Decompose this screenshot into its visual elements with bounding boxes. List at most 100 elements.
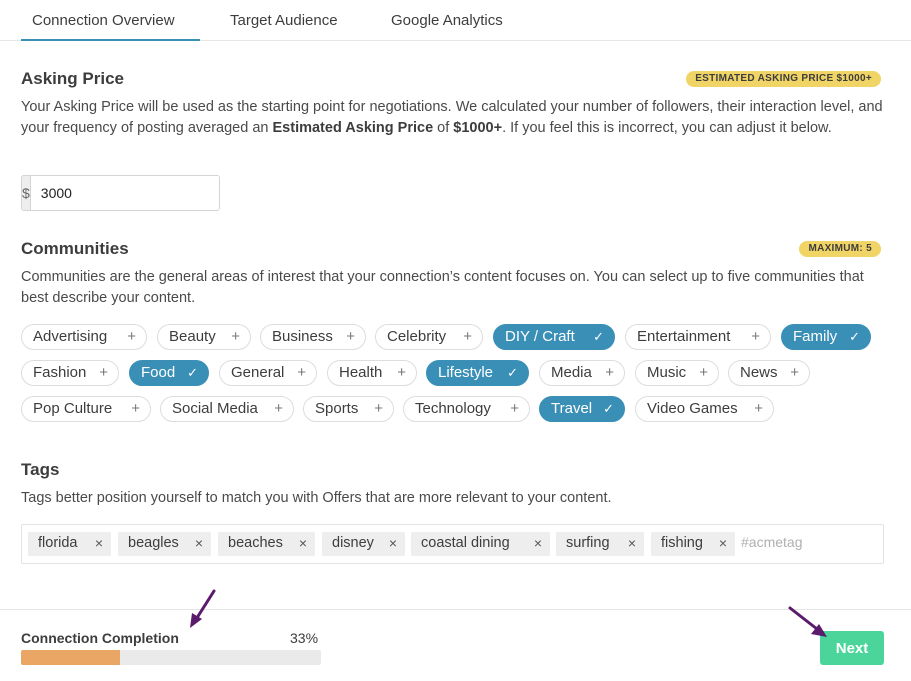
community-chip-label: News: [740, 364, 778, 381]
community-chip-news[interactable]: News +: [728, 360, 810, 386]
plus-icon: +: [374, 400, 383, 417]
tag-label: florida: [38, 535, 78, 551]
asking-price-desc-bold-1: Estimated Asking Price: [272, 120, 434, 136]
tags-title: Tags: [21, 460, 60, 479]
footer-bar: Connection Completion 33% Next: [0, 609, 911, 681]
remove-tag-icon[interactable]: ×: [299, 535, 307, 551]
community-chip-fashion[interactable]: Fashion +: [21, 360, 119, 386]
asking-price-desc-text-3: . If you feel this is incorrect, you can…: [502, 120, 832, 136]
check-icon: ✓: [603, 401, 614, 416]
tag-disney: disney ×: [322, 532, 405, 556]
remove-tag-icon[interactable]: ×: [389, 535, 397, 551]
community-chip-music[interactable]: Music +: [635, 360, 719, 386]
plus-icon: +: [754, 400, 763, 417]
community-chip-lifestyle[interactable]: Lifestyle ✓: [426, 360, 529, 386]
asking-price-desc-text-2: of: [433, 120, 454, 136]
community-chip-label: Health: [339, 364, 383, 381]
plus-icon: +: [99, 364, 108, 381]
tag-label: surfing: [566, 535, 610, 551]
tag-coastal-dining: coastal dining ×: [411, 532, 550, 556]
tab-target-audience[interactable]: Target Audience: [230, 0, 338, 41]
completion-progress-bar: [21, 650, 321, 665]
tag-fishing: fishing ×: [651, 532, 735, 556]
community-chip-label: Music: [647, 364, 687, 381]
asking-price-desc-bold-2: $1000+: [453, 120, 503, 136]
community-chip-label: Lifestyle: [438, 364, 494, 381]
community-chip-business[interactable]: Business +: [260, 324, 366, 350]
community-chip-diy-craft[interactable]: DIY / Craft ✓: [493, 324, 615, 350]
community-chip-video-games[interactable]: Video Games +: [635, 396, 774, 422]
community-chip-media[interactable]: Media +: [539, 360, 625, 386]
currency-prefix: $: [22, 176, 31, 210]
community-chip-family[interactable]: Family ✓: [781, 324, 871, 350]
community-chip-general[interactable]: General +: [219, 360, 317, 386]
plus-icon: +: [699, 364, 708, 381]
asking-price-title: Asking Price: [21, 69, 124, 88]
tag-label: coastal dining: [421, 535, 510, 551]
plus-icon: +: [346, 328, 355, 345]
tag-beagles: beagles ×: [118, 532, 211, 556]
tag-label: fishing: [661, 535, 703, 551]
tag-label: disney: [332, 535, 374, 551]
community-chip-label: Media: [551, 364, 592, 381]
community-chip-technology[interactable]: Technology +: [403, 396, 530, 422]
community-chip-label: Video Games: [647, 400, 738, 417]
remove-tag-icon[interactable]: ×: [628, 535, 636, 551]
tab-bar: Connection Overview Target Audience Goog…: [0, 0, 911, 41]
community-chip-label: Social Media: [172, 400, 258, 417]
tag-input[interactable]: [741, 534, 871, 550]
community-chip-sports[interactable]: Sports +: [303, 396, 394, 422]
community-chip-food[interactable]: Food ✓: [129, 360, 209, 386]
check-icon: ✓: [849, 329, 860, 344]
community-chip-label: General: [231, 364, 285, 381]
plus-icon: +: [274, 400, 283, 417]
remove-tag-icon[interactable]: ×: [719, 535, 727, 551]
check-icon: ✓: [593, 329, 604, 344]
remove-tag-icon[interactable]: ×: [95, 535, 103, 551]
asking-price-field: $: [21, 175, 220, 211]
asking-price-description: Your Asking Price will be used as the st…: [21, 97, 886, 139]
tab-connection-overview[interactable]: Connection Overview: [21, 0, 200, 41]
community-chip-label: Business: [272, 328, 333, 345]
community-chip-label: Sports: [315, 400, 359, 417]
plus-icon: +: [751, 328, 760, 345]
completion-progress-fill: [21, 650, 120, 665]
community-chip-celebrity[interactable]: Celebrity +: [375, 324, 483, 350]
plus-icon: +: [463, 328, 472, 345]
tag-beaches: beaches ×: [218, 532, 315, 556]
community-chip-label: Fashion: [33, 364, 87, 381]
maximum-badge: MAXIMUM: 5: [799, 241, 881, 257]
community-chip-label: Technology: [415, 400, 491, 417]
community-chip-label: Entertainment: [637, 328, 731, 345]
community-chip-pop-culture[interactable]: Pop Culture +: [21, 396, 151, 422]
community-chip-label: Food: [141, 364, 176, 381]
plus-icon: +: [127, 328, 136, 345]
annotation-arrow-icon: [190, 589, 216, 628]
community-chip-social-media[interactable]: Social Media +: [160, 396, 294, 422]
tags-description: Tags better position yourself to match y…: [21, 490, 612, 506]
community-chip-travel[interactable]: Travel ✓: [539, 396, 625, 422]
community-chip-beauty[interactable]: Beauty +: [157, 324, 251, 350]
tag-surfing: surfing ×: [556, 532, 644, 556]
plus-icon: +: [397, 364, 406, 381]
plus-icon: +: [605, 364, 614, 381]
remove-tag-icon[interactable]: ×: [534, 535, 542, 551]
community-chip-label: Pop Culture: [33, 400, 113, 417]
community-chip-label: Advertising: [33, 328, 108, 345]
communities-description: Communities are the general areas of int…: [21, 269, 864, 306]
check-icon: ✓: [187, 365, 198, 380]
community-chip-advertising[interactable]: Advertising +: [21, 324, 147, 350]
plus-icon: +: [231, 328, 240, 345]
community-chip-label: Travel: [551, 400, 593, 417]
tag-label: beaches: [228, 535, 283, 551]
community-chip-label: Family: [793, 328, 838, 345]
community-chip-entertainment[interactable]: Entertainment +: [625, 324, 771, 350]
community-chip-label: Celebrity: [387, 328, 447, 345]
tags-input-box[interactable]: florida × beagles × beaches × disney × coast…: [21, 524, 884, 564]
community-chip-label: Beauty: [169, 328, 216, 345]
asking-price-input[interactable]: [30, 176, 219, 210]
annotation-arrow-icon: [788, 606, 827, 637]
remove-tag-icon[interactable]: ×: [195, 535, 203, 551]
community-chip-health[interactable]: Health +: [327, 360, 417, 386]
tab-google-analytics[interactable]: Google Analytics: [391, 0, 503, 41]
